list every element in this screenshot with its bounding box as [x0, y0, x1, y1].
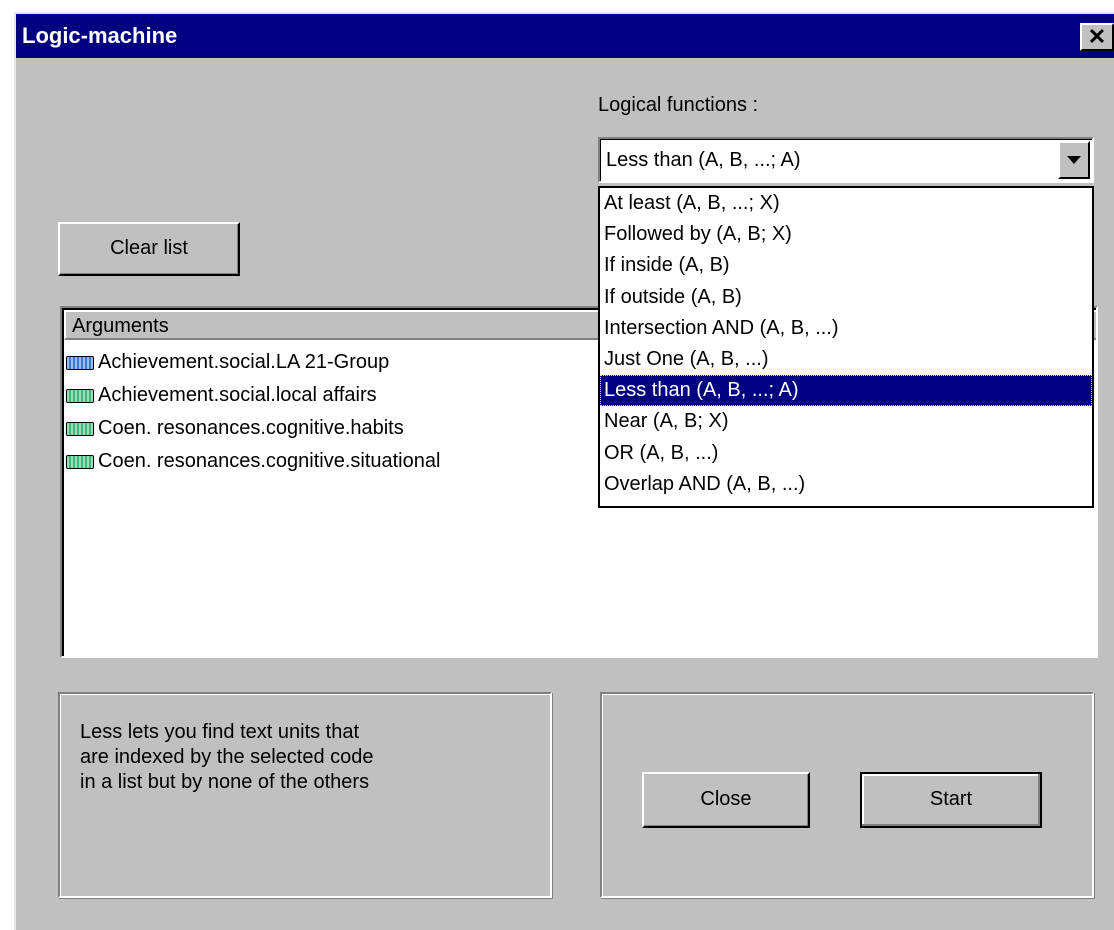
dropdown-option-if-inside[interactable]: If inside (A, B): [600, 250, 1092, 281]
clear-list-button[interactable]: Clear list: [58, 222, 240, 276]
logical-functions-select[interactable]: Less than (A, B, ...; A): [598, 137, 1094, 183]
green-code-icon: [66, 421, 94, 436]
list-item-label: Achievement.social.local affairs: [98, 384, 377, 406]
green-code-icon: [66, 388, 94, 403]
actions-panel: Close Start: [600, 692, 1094, 898]
selected-function-value: Less than (A, B, ...; A): [606, 149, 801, 171]
list-item-label: Coen. resonances.cognitive.habits: [98, 417, 404, 439]
logical-functions-dropdown-list: At least (A, B, ...; X) Followed by (A, …: [598, 186, 1094, 508]
dropdown-arrow-button[interactable]: [1058, 141, 1090, 179]
window-title: Logic-machine: [22, 23, 178, 48]
blue-code-icon: [66, 355, 94, 370]
arguments-header-label: Arguments: [72, 315, 169, 337]
dropdown-option-followed-by[interactable]: Followed by (A, B; X): [600, 219, 1092, 250]
description-line: Less lets you find text units that: [80, 721, 360, 743]
dropdown-option-just-one[interactable]: Just One (A, B, ...): [600, 344, 1092, 375]
close-window-icon[interactable]: ✕: [1080, 23, 1114, 51]
dropdown-option-intersection-and[interactable]: Intersection AND (A, B, ...): [600, 313, 1092, 344]
dropdown-option-if-outside[interactable]: If outside (A, B): [600, 282, 1092, 313]
chevron-down-icon: [1067, 156, 1081, 164]
arguments-list-body: Achievement.social.LA 21-Group Achieveme…: [66, 346, 440, 478]
description-line: in a list but by none of the others: [80, 771, 370, 793]
list-item[interactable]: Coen. resonances.cognitive.habits: [66, 412, 440, 445]
list-item-label: Coen. resonances.cognitive.situational: [98, 450, 441, 472]
dropdown-option-or[interactable]: OR (A, B, ...): [600, 438, 1092, 469]
close-icon: ✕: [1087, 24, 1107, 49]
green-code-icon: [66, 454, 94, 469]
close-button[interactable]: Close: [642, 772, 810, 828]
dropdown-option-at-least[interactable]: At least (A, B, ...; X): [600, 188, 1092, 219]
logical-functions-label: Logical functions :: [598, 94, 759, 116]
logic-machine-dialog: Logic-machine ✕ Logical functions : Less…: [14, 12, 1114, 930]
description-panel: Less lets you find text units that are i…: [58, 692, 552, 898]
list-item[interactable]: Coen. resonances.cognitive.situational: [66, 445, 440, 478]
title-bar[interactable]: Logic-machine ✕: [16, 14, 1114, 58]
list-item-label: Achievement.social.LA 21-Group: [98, 351, 390, 373]
dropdown-option-less-than[interactable]: Less than (A, B, ...; A): [600, 375, 1092, 407]
list-item[interactable]: Achievement.social.LA 21-Group: [66, 346, 440, 379]
list-item[interactable]: Achievement.social.local affairs: [66, 379, 440, 412]
function-description: Less lets you find text units that are i…: [80, 720, 500, 795]
start-button[interactable]: Start: [860, 772, 1042, 828]
dropdown-option-near[interactable]: Near (A, B; X): [600, 406, 1092, 437]
description-line: are indexed by the selected code: [80, 746, 374, 768]
dropdown-option-overlap-and[interactable]: Overlap AND (A, B, ...): [600, 469, 1092, 500]
